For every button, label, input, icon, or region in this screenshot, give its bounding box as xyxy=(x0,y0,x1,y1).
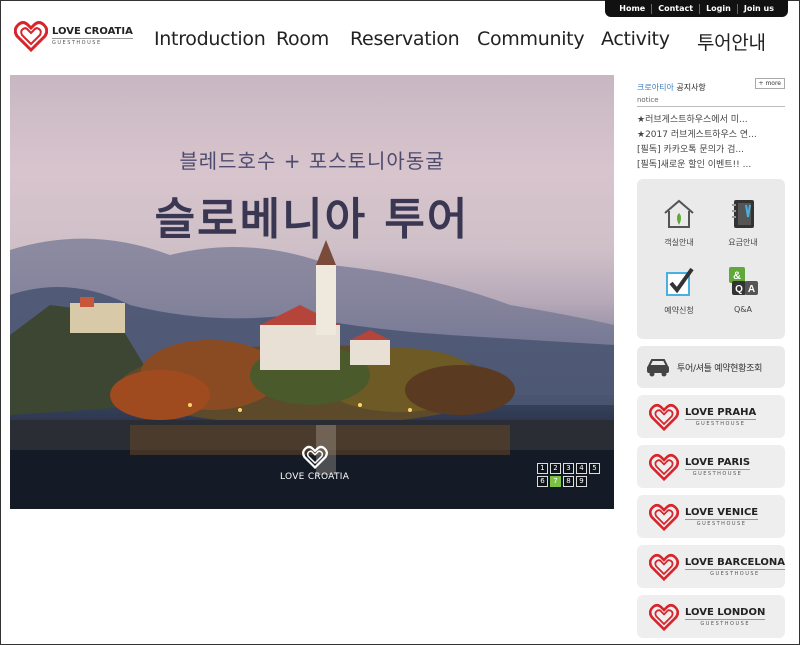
hero-brand-text: LOVE CROATIA xyxy=(280,472,350,482)
contact-link[interactable]: Contact xyxy=(651,3,699,14)
quick-qa[interactable]: & Q A Q &A xyxy=(713,265,773,314)
site-logo[interactable]: LOVE CROATIA GUESTHOUSE xyxy=(14,20,133,52)
nav-room[interactable]: Room xyxy=(276,28,329,50)
pager-3[interactable]: 3 xyxy=(563,463,574,474)
hero-subtitle: 블레드호수 + 포스토니아동굴 xyxy=(179,149,445,173)
house-icon xyxy=(664,199,694,228)
nav-activity[interactable]: Activity xyxy=(601,28,670,50)
guesthouse-name: LOVE BARCELONA xyxy=(684,556,785,568)
car-icon xyxy=(647,359,669,377)
heart-logo-icon xyxy=(649,553,679,581)
notice-item[interactable]: [필독] 카카오톡 문의가 검... xyxy=(637,143,785,158)
pager-8[interactable]: 8 xyxy=(563,476,574,487)
home-link[interactable]: Home xyxy=(613,4,651,14)
quick-menu: 객실안내 요금안내 예약신청 & Q A Q&A xyxy=(637,179,785,339)
notice-header: 크로아티아 공지사항 notice + more xyxy=(637,75,785,107)
utility-nav: Home Contact Login Join us xyxy=(605,0,788,17)
guesthouse-sub: GUESTHOUSE xyxy=(685,518,759,527)
hero-title: 슬로베니아 투어 xyxy=(154,194,470,245)
hero-banner[interactable]: 블레드호수 + 포스토니아동굴 슬로베니아 투어 LOVE CROATIA 1 … xyxy=(10,75,614,509)
notice-item[interactable]: ★러브게스트하우스에서 미... xyxy=(637,113,785,128)
slide-pager: 1 2 3 4 5 6 7 8 9 xyxy=(537,463,600,487)
guesthouse-link-love-barcelona[interactable]: LOVE BARCELONA GUESTHOUSE xyxy=(637,545,785,588)
pager-2[interactable]: 2 xyxy=(550,463,561,474)
guesthouse-sub: GUESTHOUSE xyxy=(685,618,766,627)
guesthouse-sub: GUESTHOUSE xyxy=(684,568,785,577)
pager-1[interactable]: 1 xyxy=(537,463,548,474)
notice-item[interactable]: [필독]새로운 할인 이벤트!! ... xyxy=(637,158,785,173)
heart-logo-icon xyxy=(649,603,679,631)
nav-reservation[interactable]: Reservation xyxy=(350,28,460,50)
svg-text:A: A xyxy=(748,284,755,295)
pager-5[interactable]: 5 xyxy=(589,463,600,474)
pager-9[interactable]: 9 xyxy=(576,476,587,487)
guesthouse-name: LOVE PRAHA xyxy=(685,406,757,418)
notice-item[interactable]: ★2017 러브게스트하우스 연... xyxy=(637,128,785,143)
pager-6[interactable]: 6 xyxy=(537,476,548,487)
guesthouse-link-love-venice[interactable]: LOVE VENICE GUESTHOUSE xyxy=(637,495,785,538)
heart-logo-icon xyxy=(649,403,679,431)
guesthouse-list: LOVE PRAHA GUESTHOUSE LOVE PARIS GUESTHOUSE… xyxy=(637,395,785,638)
hero-brand-logo: LOVE CROATIA xyxy=(280,445,349,482)
notice-more-button[interactable]: + more xyxy=(754,78,785,89)
quick-reservation[interactable]: 예약신청 xyxy=(649,265,709,316)
right-sidebar: 크로아티아 공지사항 notice + more ★러브게스트하우스에서 미..… xyxy=(637,75,785,638)
pager-4[interactable]: 4 xyxy=(576,463,587,474)
tour-shuttle-status-button[interactable]: 투어/셔틀 예약현황조회 xyxy=(637,346,785,388)
nav-tour[interactable]: 투어안내 xyxy=(697,28,766,55)
heart-logo-icon xyxy=(649,453,679,481)
logo-name: LOVE CROATIA xyxy=(52,26,133,37)
login-link[interactable]: Login xyxy=(699,3,737,14)
heart-logo-icon xyxy=(14,21,48,52)
guesthouse-link-love-paris[interactable]: LOVE PARIS GUESTHOUSE xyxy=(637,445,785,488)
guesthouse-sub: GUESTHOUSE xyxy=(685,418,757,427)
quick-room-info[interactable]: 객실안내 xyxy=(649,197,709,248)
notice-title: 크로아티아 공지사항 xyxy=(637,83,706,92)
notebook-icon xyxy=(732,200,754,228)
guesthouse-name: LOVE PARIS xyxy=(685,456,751,468)
guesthouse-link-love-praha[interactable]: LOVE PRAHA GUESTHOUSE xyxy=(637,395,785,438)
join-link[interactable]: Join us xyxy=(736,3,780,14)
notice-list: ★러브게스트하우스에서 미... ★2017 러브게스트하우스 연... [필독… xyxy=(637,113,785,173)
guesthouse-sub: GUESTHOUSE xyxy=(685,468,751,477)
quick-rates[interactable]: 요금안내 xyxy=(713,197,773,248)
pager-7[interactable]: 7 xyxy=(550,476,561,487)
checkbox-icon xyxy=(666,267,694,296)
nav-introduction[interactable]: Introduction xyxy=(154,28,266,50)
hero-landscape xyxy=(10,238,614,509)
nav-community[interactable]: Community xyxy=(477,28,585,50)
guesthouse-link-love-london[interactable]: LOVE LONDON GUESTHOUSE xyxy=(637,595,785,638)
guesthouse-name: LOVE VENICE xyxy=(685,506,759,518)
svg-text:Q: Q xyxy=(735,284,743,295)
guesthouse-name: LOVE LONDON xyxy=(685,606,766,618)
heart-logo-icon xyxy=(649,503,679,531)
notice-subtitle: notice xyxy=(637,96,659,104)
svg-text:&: & xyxy=(733,270,741,282)
qa-icon: & Q A xyxy=(729,267,758,295)
heart-logo-icon xyxy=(301,445,328,469)
logo-sub: GUESTHOUSE xyxy=(52,38,133,46)
